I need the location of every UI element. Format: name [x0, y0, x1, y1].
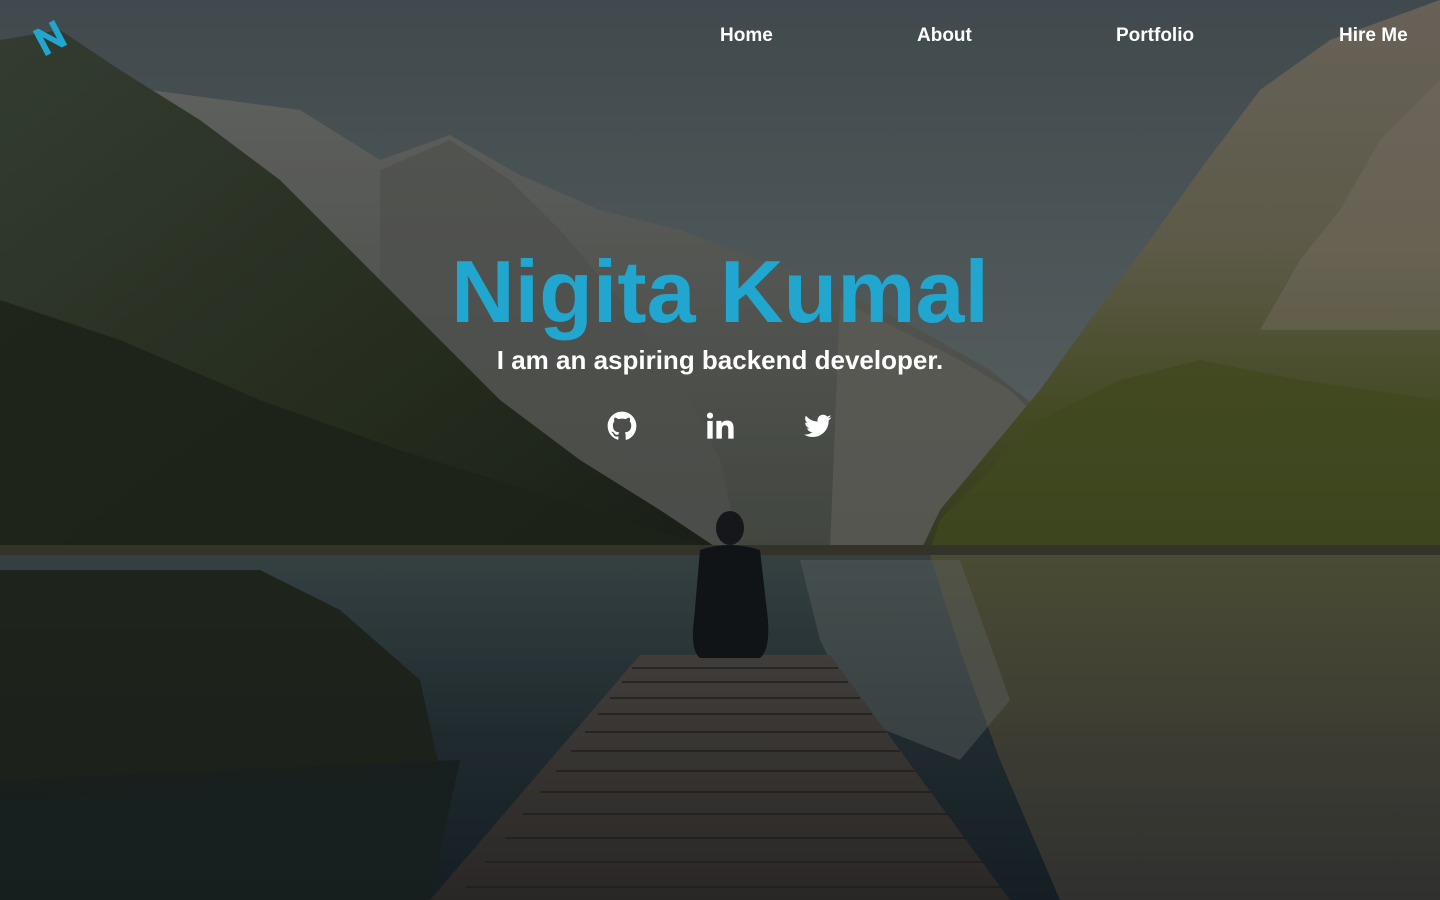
nav-hire-me-link[interactable]: Hire Me — [1339, 24, 1408, 48]
main-nav: Home About Portfolio Hire Me — [0, 24, 1440, 48]
social-links — [0, 406, 1440, 446]
nav-about-link[interactable]: About — [917, 24, 972, 48]
background-overlay — [0, 0, 1440, 900]
nav-portfolio-link[interactable]: Portfolio — [1116, 24, 1194, 48]
github-icon[interactable] — [602, 406, 642, 446]
linkedin-icon[interactable] — [700, 406, 740, 446]
twitter-icon[interactable] — [798, 406, 838, 446]
hero-subtitle: I am an aspiring backend developer. — [496, 345, 944, 375]
nav-home-link[interactable]: Home — [720, 24, 773, 48]
hero-title: Nigita Kumal — [451, 242, 989, 341]
hero-section: Home About Portfolio Hire Me Nigita Kuma… — [0, 0, 1440, 900]
